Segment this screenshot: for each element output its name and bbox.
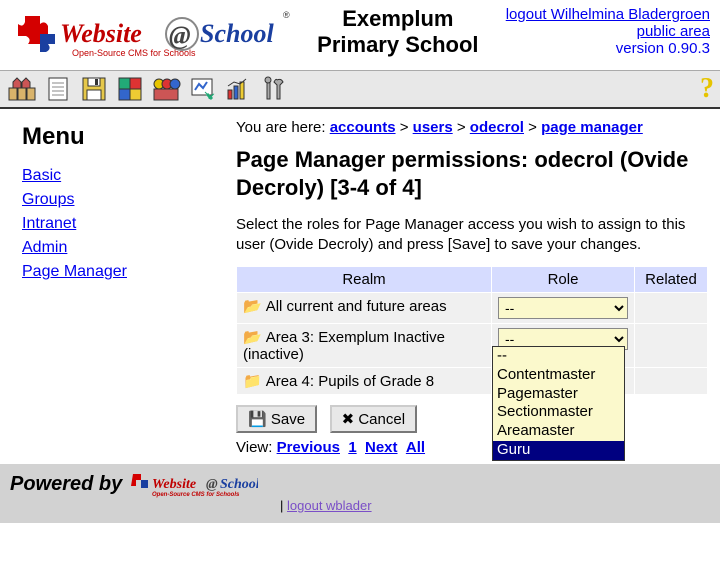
svg-text:✔: ✔ — [207, 92, 215, 102]
org-title-2: Primary School — [290, 32, 506, 58]
sidebar-item-admin[interactable]: Admin — [22, 239, 220, 257]
logout-link[interactable]: logout Wilhelmina Bladergroen — [506, 6, 710, 23]
folder-icon: 📂 — [243, 298, 262, 315]
svg-text:School: School — [200, 19, 274, 48]
users-icon[interactable] — [150, 75, 182, 103]
page-title: Page Manager permissions: odecrol (Ovide… — [236, 146, 708, 201]
col-related: Related — [635, 267, 708, 293]
svg-text:Open-Source CMS for Schools: Open-Source CMS for Schools — [72, 48, 196, 58]
svg-text:®: ® — [283, 10, 290, 20]
svg-text:@: @ — [206, 477, 218, 492]
save-disk-icon[interactable] — [78, 75, 110, 103]
svg-text:Website: Website — [152, 477, 196, 492]
svg-text:@: @ — [169, 21, 191, 50]
footer-logout-link[interactable]: logout wblader — [287, 498, 372, 513]
table-row: 📂All current and future areas -- — [237, 293, 708, 324]
logo[interactable]: Website @ School Open-Source CMS for Sch… — [10, 6, 290, 66]
table-row: 📂Area 3: Exemplum Inactive (inactive) --… — [237, 324, 708, 368]
pager: View: Previous 1 Next All — [236, 439, 708, 456]
crumb-users[interactable]: users — [413, 119, 453, 136]
folder-icon: 📂 — [243, 329, 262, 346]
puzzle-icon[interactable] — [114, 75, 146, 103]
role-option[interactable]: Contentmaster — [493, 366, 624, 385]
svg-text:School: School — [220, 477, 258, 492]
org-title-1: Exemplum — [290, 6, 506, 32]
page-icon[interactable] — [42, 75, 74, 103]
svg-text:Open-Source CMS for Schools: Open-Source CMS for Schools — [152, 492, 240, 498]
table-row: 📁Area 4: Pupils of Grade 8 — [237, 368, 708, 395]
pager-page[interactable]: 1 — [348, 439, 356, 456]
tools-icon[interactable] — [258, 75, 290, 103]
role-option[interactable]: Areamaster — [493, 422, 624, 441]
public-area-link[interactable]: public area — [637, 23, 710, 40]
crumb-page-manager[interactable]: page manager — [541, 119, 643, 136]
crumb-odecrol[interactable]: odecrol — [470, 119, 524, 136]
sidebar-item-groups[interactable]: Groups — [22, 191, 220, 209]
cancel-button[interactable]: ✖ Cancel — [330, 405, 417, 433]
menu-heading: Menu — [22, 123, 220, 151]
pager-next[interactable]: Next — [365, 439, 398, 456]
col-realm: Realm — [237, 267, 492, 293]
breadcrumb: You are here: accounts > users > odecrol… — [236, 119, 708, 136]
version-label: version 0.90.3 — [616, 40, 710, 57]
save-button[interactable]: 💾 Save — [236, 405, 317, 433]
sidebar-item-basic[interactable]: Basic — [22, 167, 220, 185]
stats-icon[interactable] — [222, 75, 254, 103]
pager-prev[interactable]: Previous — [277, 439, 340, 456]
help-icon[interactable]: ? — [700, 73, 714, 105]
config-icon[interactable]: ✔ — [186, 75, 218, 103]
powered-by: Powered by Website @ School Open-Source … — [10, 470, 258, 498]
home-icon[interactable] — [6, 75, 38, 103]
page-description: Select the roles for Page Manager access… — [236, 215, 708, 254]
role-option[interactable]: Pagemaster — [493, 385, 624, 404]
svg-text:Website: Website — [60, 19, 142, 48]
sidebar-item-intranet[interactable]: Intranet — [22, 215, 220, 233]
sidebar-item-page-manager[interactable]: Page Manager — [22, 263, 220, 281]
toolbar: ✔ ? — [0, 70, 720, 109]
role-option[interactable]: Sectionmaster — [493, 403, 624, 422]
col-role: Role — [492, 267, 635, 293]
crumb-accounts[interactable]: accounts — [330, 119, 396, 136]
role-dropdown-open[interactable]: -- Contentmaster Pagemaster Sectionmaste… — [492, 346, 625, 461]
role-select-0[interactable]: -- — [498, 297, 628, 319]
pager-all[interactable]: All — [406, 439, 425, 456]
permissions-table: Realm Role Related 📂All current and futu… — [236, 266, 708, 395]
folder-icon: 📁 — [243, 373, 262, 390]
role-option[interactable]: -- — [493, 347, 624, 366]
role-option-selected[interactable]: Guru — [493, 441, 624, 460]
